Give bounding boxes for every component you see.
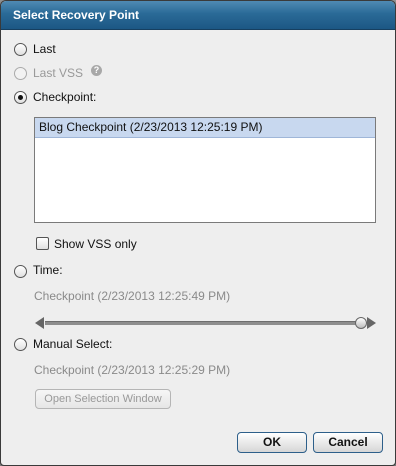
show-vss-only-label: Show VSS only	[54, 237, 137, 251]
time-slider-track[interactable]	[45, 321, 361, 325]
select-recovery-point-dialog: Select Recovery Point Last Last VSS ? Ch…	[0, 0, 396, 466]
show-vss-only-checkbox[interactable]	[36, 237, 49, 250]
time-label: Time:	[33, 263, 63, 277]
checkpoint-label: Checkpoint:	[33, 90, 97, 104]
manual-value-text: Checkpoint (2/23/2013 12:25:29 PM)	[34, 363, 231, 377]
time-radio[interactable]	[14, 265, 27, 278]
time-slider-thumb[interactable]	[355, 317, 367, 329]
slider-left-arrow-icon[interactable]	[35, 317, 44, 329]
dialog-title: Select Recovery Point	[1, 1, 395, 30]
help-icon[interactable]: ?	[91, 65, 102, 76]
manual-select-label: Manual Select:	[33, 337, 113, 351]
time-value-text: Checkpoint (2/23/2013 12:25:49 PM)	[34, 289, 231, 303]
cancel-button[interactable]: Cancel	[313, 432, 383, 453]
slider-right-arrow-icon[interactable]	[367, 317, 376, 329]
last-label: Last	[33, 42, 56, 56]
checkpoint-radio[interactable]	[14, 91, 27, 104]
checkpoint-list-item[interactable]: Blog Checkpoint (2/23/2013 12:25:19 PM)	[35, 118, 375, 138]
radio-selected-dot	[18, 95, 23, 100]
open-selection-window-button[interactable]: Open Selection Window	[35, 389, 171, 409]
last-vss-radio[interactable]	[14, 67, 27, 80]
manual-select-radio[interactable]	[14, 338, 27, 351]
dialog-content: Last Last VSS ? Checkpoint: Blog Checkpo…	[1, 30, 395, 465]
ok-button[interactable]: OK	[237, 432, 307, 453]
checkpoint-listbox[interactable]: Blog Checkpoint (2/23/2013 12:25:19 PM)	[34, 117, 376, 223]
last-radio[interactable]	[14, 43, 27, 56]
last-vss-label: Last VSS	[33, 66, 84, 80]
